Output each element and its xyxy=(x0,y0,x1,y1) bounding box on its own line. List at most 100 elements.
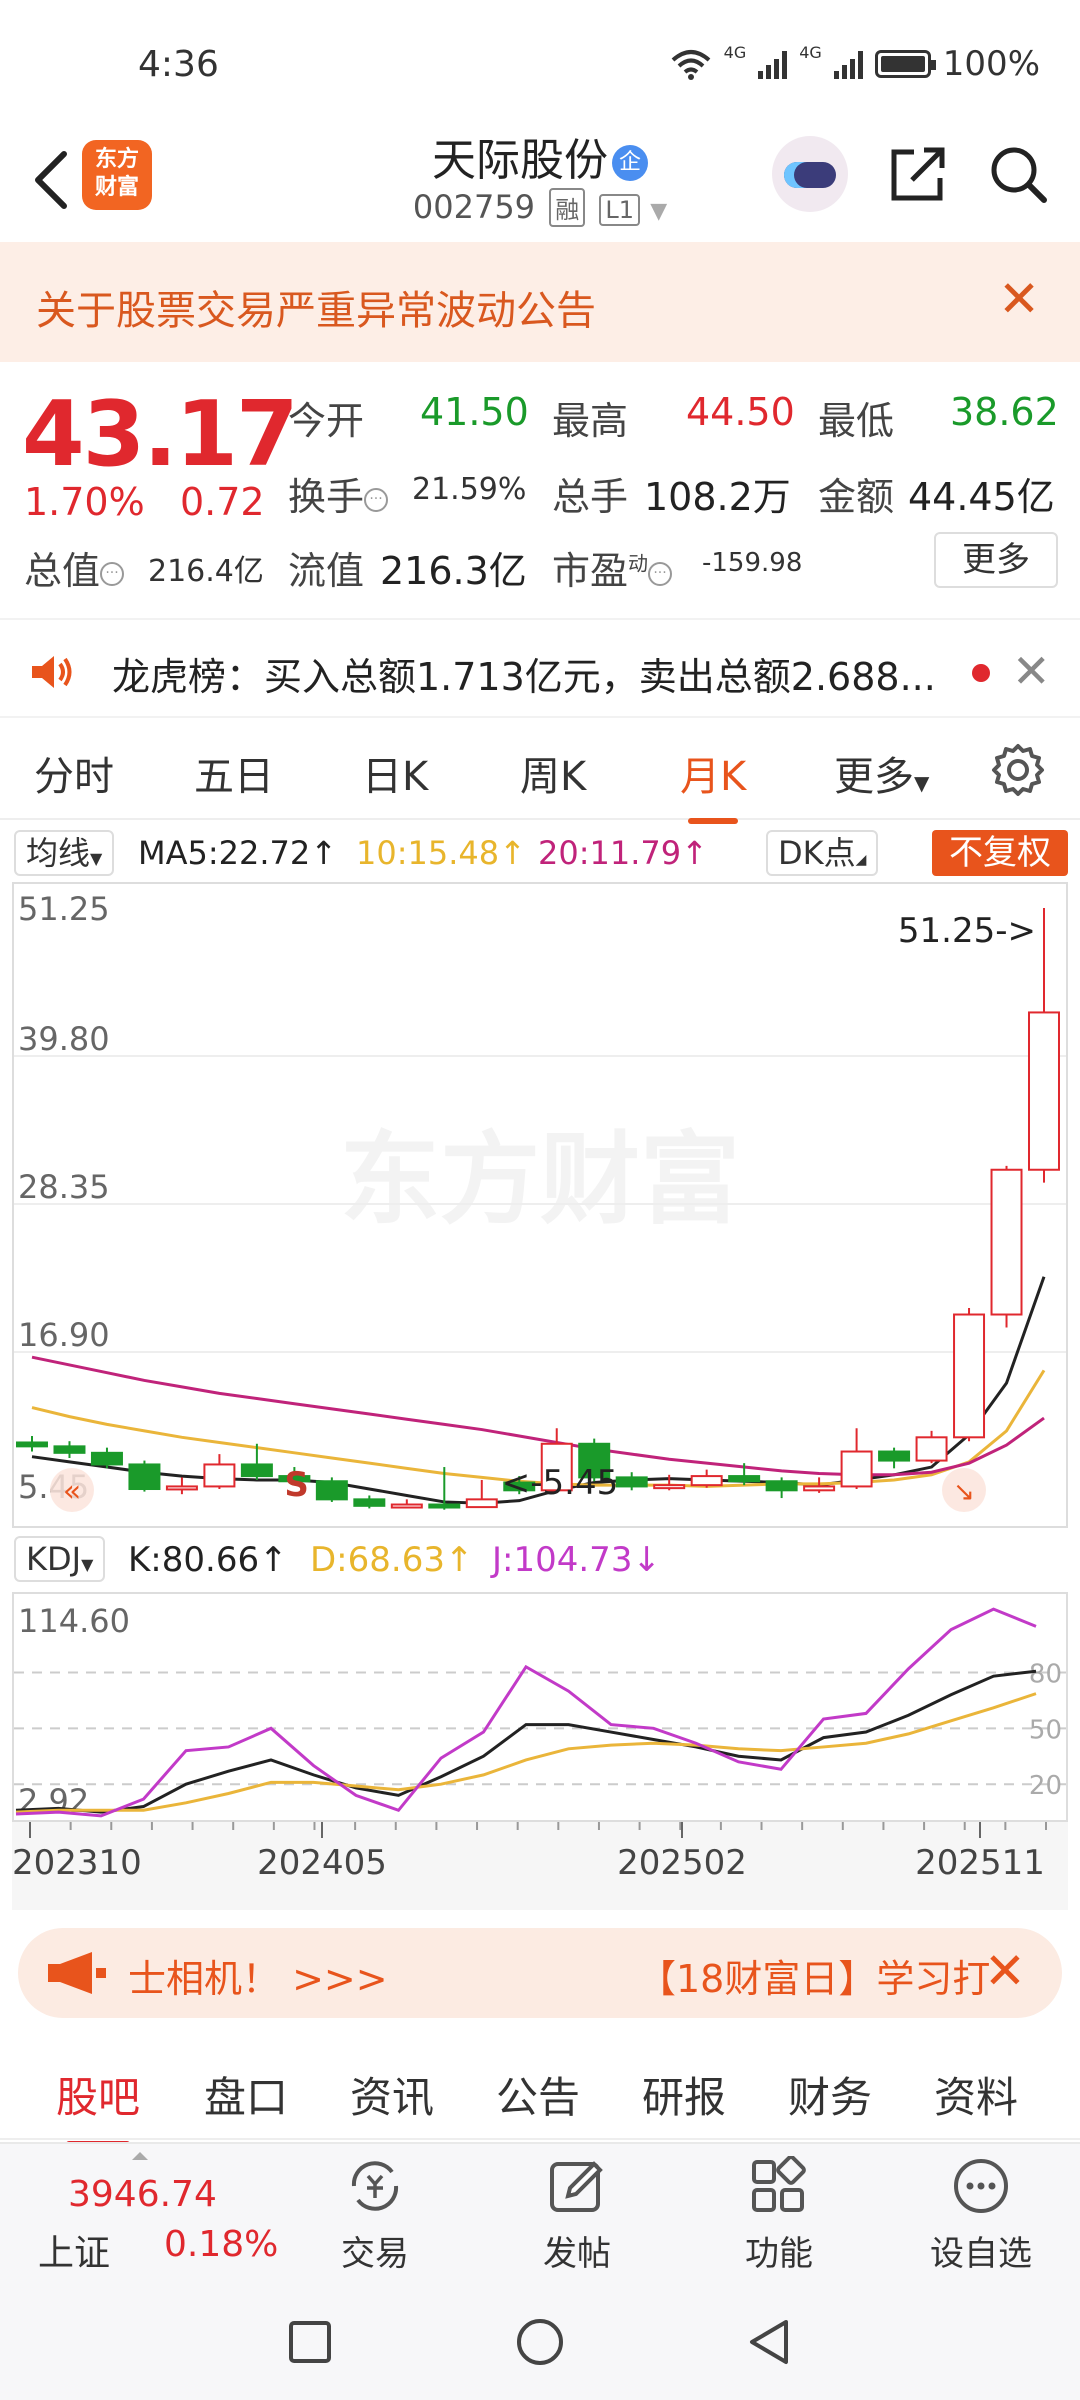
market-cap-label[interactable]: 总值 ··· xyxy=(24,540,125,595)
tab-intraday[interactable]: 分时 xyxy=(34,744,114,802)
candle-body xyxy=(803,1485,836,1492)
expand-arrow-icon: ↘ xyxy=(953,1477,975,1507)
kdj-svg: 805020114.602.92 xyxy=(14,1602,1066,1820)
kdj-selector[interactable]: KDJ▼ xyxy=(14,1536,106,1582)
network-label-1: 4G xyxy=(723,42,747,62)
dk-point-selector[interactable]: DK点◢ xyxy=(766,830,879,876)
tab-more[interactable]: 更多▼ xyxy=(834,744,929,802)
kdj-right-tick: 80 xyxy=(1029,1659,1062,1689)
add-watchlist-button[interactable]: 设自选 xyxy=(906,2156,1056,2275)
ma20-value: 20:11.79↑ xyxy=(538,834,708,872)
kdj-right-tick: 50 xyxy=(1029,1715,1062,1745)
y-tick-label: 28.35 xyxy=(18,1168,110,1206)
tab-five-day[interactable]: 五日 xyxy=(194,744,274,802)
kdj-line-k xyxy=(15,1669,1037,1814)
wifi-icon xyxy=(671,50,710,80)
date-axis: 202310 202405 202502 202511 xyxy=(12,1822,1068,1910)
stock-name: 天际股份 xyxy=(432,135,608,186)
tab-news[interactable]: 资讯 xyxy=(350,2064,434,2125)
adjust-type-button[interactable]: 不复权 xyxy=(932,830,1068,876)
promo-text-right[interactable]: 【18财富日】学习打 xyxy=(638,1948,990,2003)
candle-body xyxy=(615,1476,648,1488)
megaphone-icon xyxy=(48,1952,106,1994)
turnover-label[interactable]: 换手 ··· xyxy=(288,466,389,521)
high-label: 最高 xyxy=(552,399,629,443)
home-icon[interactable] xyxy=(516,2318,564,2366)
post-button[interactable]: 发帖 xyxy=(502,2156,652,2275)
kline-chart[interactable]: 东方财富51.2539.8028.3516.905.4551.25-><-5.4… xyxy=(12,882,1068,1528)
trade-button[interactable]: 交易 xyxy=(300,2156,450,2275)
k-value: K:80.66↑ xyxy=(128,1540,288,1580)
tab-weekly-k[interactable]: 周K xyxy=(520,744,586,802)
market-cap-value: 216.4亿 xyxy=(148,554,264,589)
close-icon[interactable]: ✕ xyxy=(998,274,1040,324)
candle-body xyxy=(653,1484,686,1490)
indicator-selector[interactable]: 均线▼ xyxy=(14,830,115,876)
high-value: 44.50 xyxy=(686,390,795,434)
function-label: 功能 xyxy=(745,2234,813,2274)
change-amount: 0.72 xyxy=(180,480,265,524)
x-tick-label: 202502 xyxy=(617,1843,747,1883)
close-icon[interactable]: ✕ xyxy=(1012,644,1051,698)
signal-icon-2 xyxy=(833,49,863,79)
more-quote-button[interactable]: 更多 xyxy=(934,532,1058,588)
more-dots-icon xyxy=(954,2159,1008,2213)
pe-label[interactable]: 市盈动 ··· xyxy=(552,540,673,595)
open-label: 今开 xyxy=(288,399,365,443)
info-icon: ··· xyxy=(100,561,125,586)
candle-body xyxy=(765,1480,798,1492)
index-percent[interactable]: 0.18% xyxy=(164,2224,278,2265)
candle-body xyxy=(315,1480,348,1501)
promo-banner[interactable]: 士相机！ >>> 【18财富日】学习打 ✕ xyxy=(18,1928,1062,2018)
tab-finance[interactable]: 财务 xyxy=(788,2064,872,2125)
tab-guba[interactable]: 股吧 xyxy=(56,2064,140,2147)
tab-daily-k[interactable]: 日K xyxy=(362,744,428,802)
amount-label: 金额 xyxy=(818,475,895,519)
pe-label-text: 市盈 xyxy=(552,549,629,593)
tab-monthly-k[interactable]: 月K xyxy=(680,744,746,824)
function-button[interactable]: 功能 xyxy=(704,2156,854,2275)
candle-body xyxy=(840,1450,873,1488)
candle-body xyxy=(878,1450,911,1462)
kdj-selector-label: KDJ xyxy=(26,1540,82,1578)
status-time: 4:36 xyxy=(138,44,219,85)
promo-text-left[interactable]: 士相机！ >>> xyxy=(128,1948,388,2003)
recent-apps-icon[interactable] xyxy=(288,2320,332,2364)
ma-legend: 均线▼ MA5:22.72↑ 10:15.48↑ 20:11.79↑ DK点◢ … xyxy=(0,826,1080,880)
close-icon[interactable]: ✕ xyxy=(984,1942,1026,2000)
announcement-banner[interactable]: 关于股票交易严重异常波动公告 ✕ xyxy=(0,242,1080,362)
x-tick-label: 202511 xyxy=(915,1843,1045,1883)
candle-body xyxy=(728,1475,761,1483)
y-tick-label: 51.25 xyxy=(18,890,110,928)
candle-body xyxy=(165,1485,198,1491)
tab-profile[interactable]: 资料 xyxy=(934,2064,1018,2125)
assistant-robot-icon[interactable] xyxy=(772,136,848,212)
announcement-text[interactable]: 关于股票交易严重异常波动公告 xyxy=(36,278,596,336)
candle-body xyxy=(690,1475,723,1487)
date-axis-svg: 202310 202405 202502 202511 xyxy=(12,1822,1047,1883)
dragon-tiger-text[interactable]: 龙虎榜：买入总额1.713亿元，卖出总额2.688... xyxy=(112,646,936,701)
back-icon[interactable] xyxy=(746,2318,790,2366)
share-icon[interactable] xyxy=(886,142,950,206)
index-value[interactable]: 3946.74 xyxy=(68,2174,217,2215)
margin-tag: 融 xyxy=(549,188,586,227)
watermark-text: 东方财富 xyxy=(340,1121,740,1238)
battery-icon xyxy=(874,50,936,78)
gear-icon[interactable] xyxy=(990,742,1046,798)
trade-icon xyxy=(351,2161,399,2211)
tab-pankou[interactable]: 盘口 xyxy=(204,2064,288,2125)
search-icon[interactable] xyxy=(986,142,1050,206)
volume-value: 108.2万 xyxy=(644,475,791,519)
candle-body xyxy=(353,1498,386,1507)
dragon-tiger-bar[interactable]: 龙虎榜：买入总额1.713亿元，卖出总额2.688... ✕ xyxy=(0,618,1080,718)
tab-research[interactable]: 研报 xyxy=(642,2064,726,2125)
kdj-chart[interactable]: 80 50 20 114.60 2.92 xyxy=(12,1592,1068,1822)
level-tag: L1 xyxy=(599,194,641,226)
speaker-icon xyxy=(32,656,72,688)
expand-up-icon[interactable] xyxy=(132,2152,148,2160)
candle-body xyxy=(128,1463,161,1491)
index-name[interactable]: 上证 xyxy=(38,2224,110,2276)
candle-body xyxy=(953,1313,986,1439)
tab-announcements[interactable]: 公告 xyxy=(496,2064,580,2125)
ma5-value: MA5:22.72↑ xyxy=(138,834,338,872)
